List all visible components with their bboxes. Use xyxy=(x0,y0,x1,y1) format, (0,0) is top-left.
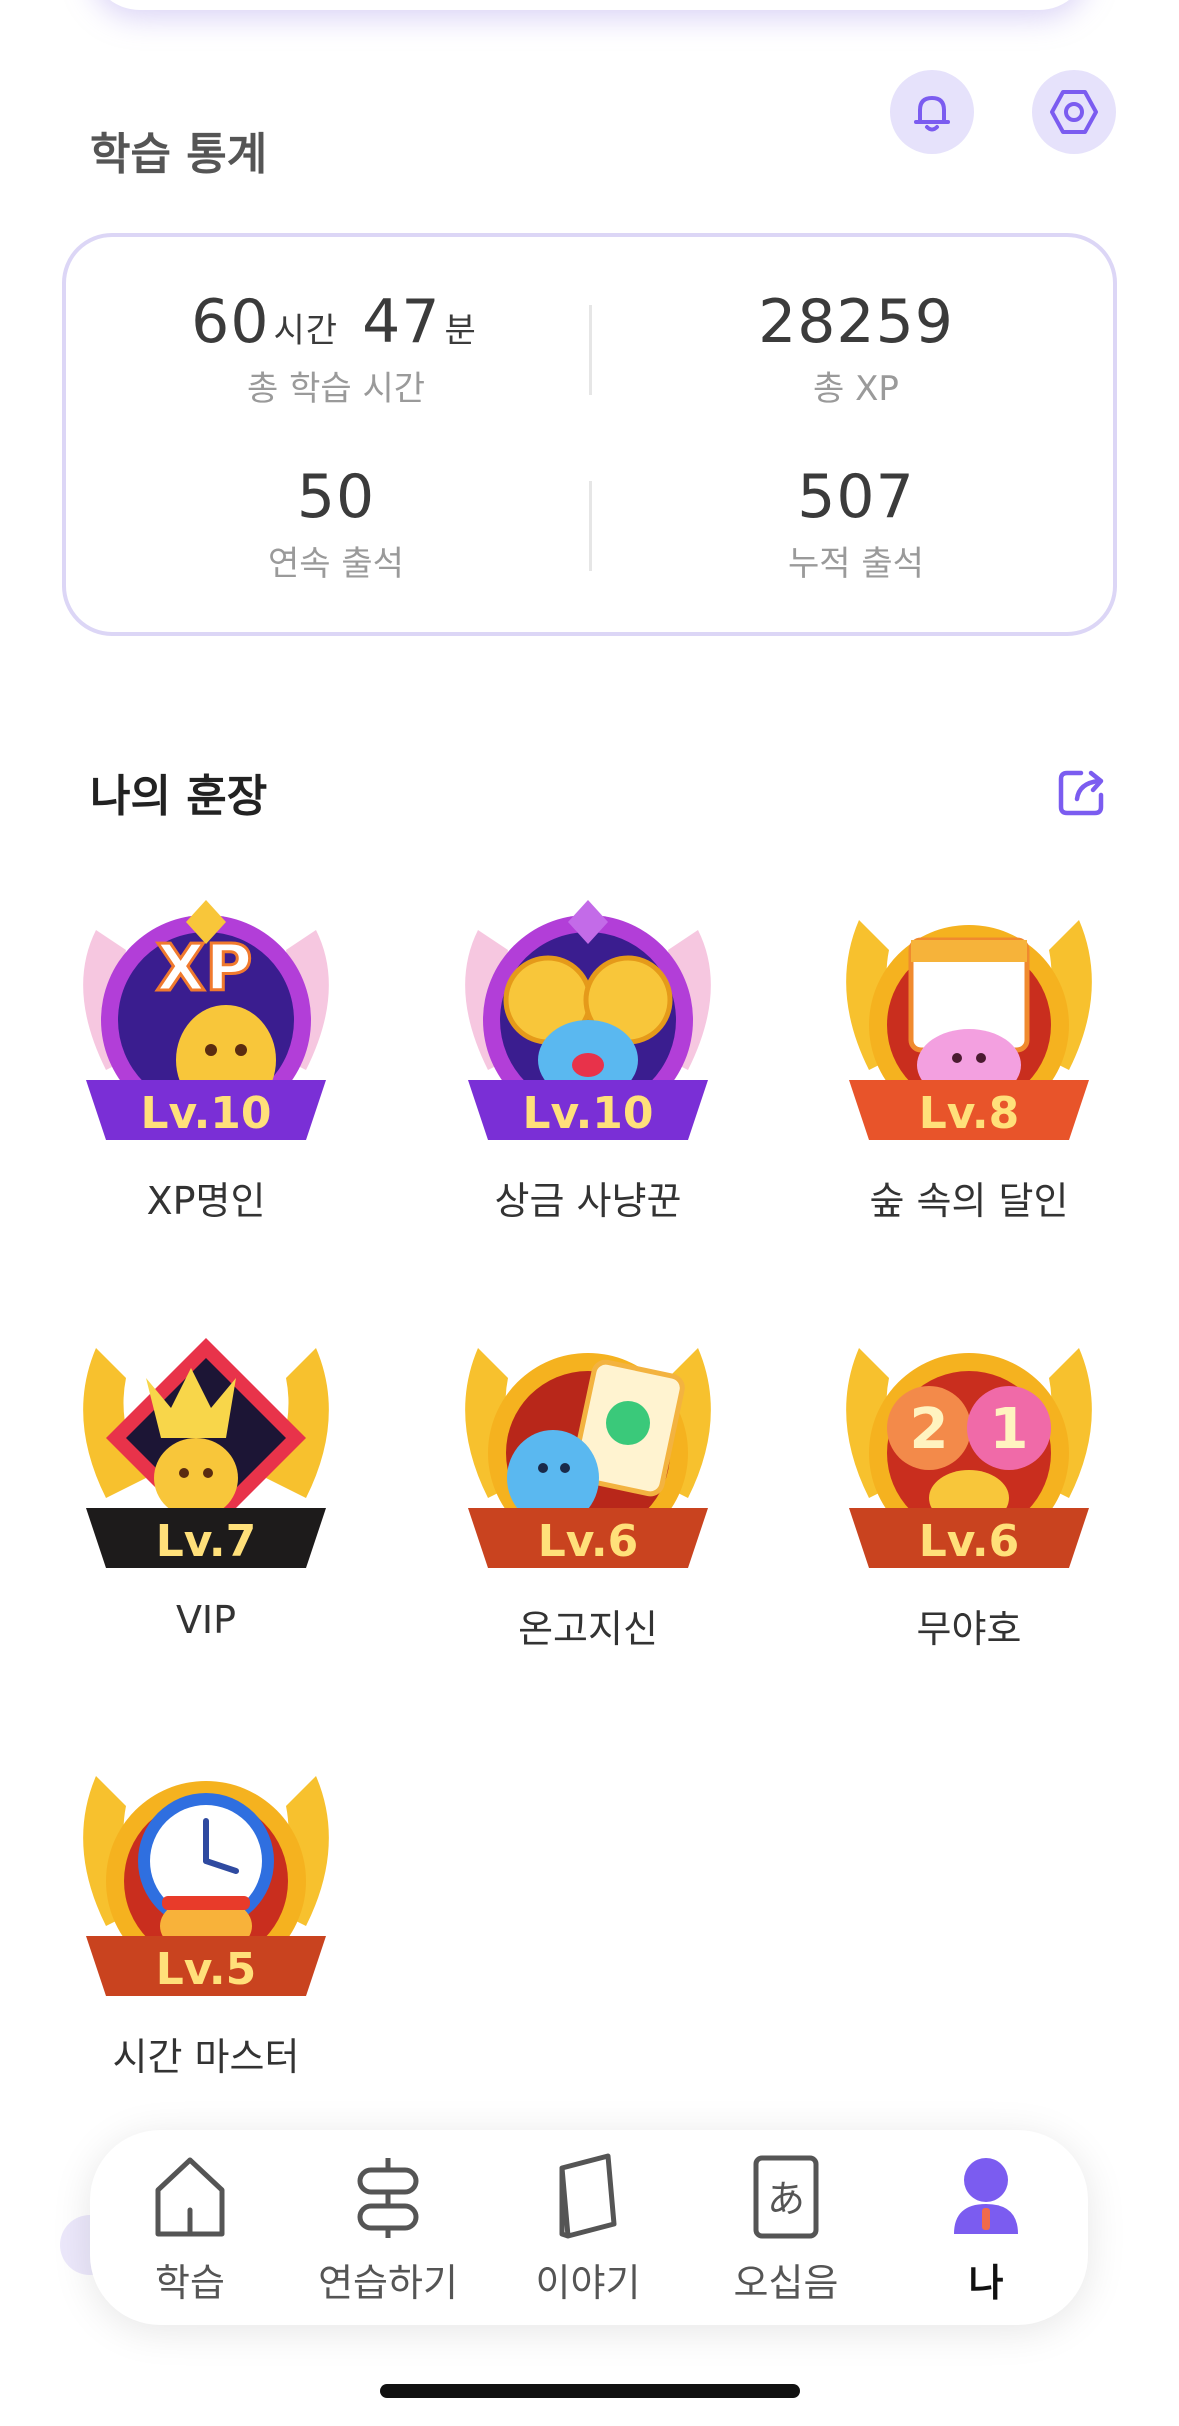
tab-practice[interactable]: 연습하기 xyxy=(298,2150,478,2307)
stats-card: 60 시간 47 분 총 학습 시간 28259 총 XP 50 연속 출석 507… xyxy=(62,233,1117,636)
study-minutes: 47 xyxy=(362,287,441,357)
tab-label: 학습 xyxy=(155,2261,225,2305)
badge-name: 무야호 xyxy=(916,1607,1022,1651)
cumulative-stat: 507 누적 출석 xyxy=(606,462,1106,585)
badge-name: VIP xyxy=(175,1598,237,1642)
minutes-unit: 분 xyxy=(444,311,477,351)
badge-level: Lv.6 xyxy=(919,1516,1019,1567)
notification-button[interactable] xyxy=(890,70,974,154)
top-card-edge xyxy=(90,0,1089,10)
badge-level: Lv.8 xyxy=(919,1088,1019,1139)
total-xp-value: 28259 xyxy=(758,287,954,357)
badge-item[interactable]: XP Lv.10 XP명인 xyxy=(66,900,346,1225)
badge-level: Lv.10 xyxy=(140,1088,271,1139)
tab-label: 나 xyxy=(968,2261,1004,2305)
badge-level: Lv.5 xyxy=(156,1944,256,1995)
stats-header: 학습 통계 xyxy=(90,70,1116,182)
badge-name: 숲 속의 달인 xyxy=(869,1179,1069,1223)
divider xyxy=(589,305,592,395)
divider xyxy=(589,481,592,571)
stats-title: 학습 통계 xyxy=(90,129,268,180)
kana-card-icon: あ xyxy=(753,2155,819,2239)
badge-crown-icon: Lv.7 xyxy=(66,1328,346,1588)
book-icon xyxy=(559,2153,617,2239)
cumulative-value: 507 xyxy=(797,462,915,532)
badges-title: 나의 훈장 xyxy=(90,771,268,822)
badge-item[interactable]: Lv.10 상금 사냥꾼 xyxy=(448,900,728,1225)
svg-text:XP: XP xyxy=(156,932,252,1006)
study-time-stat: 60 시간 47 분 총 학습 시간 xyxy=(86,287,586,410)
badge-calendar-icon: Lv.8 xyxy=(829,900,1109,1160)
badge-item[interactable]: Lv.5 시간 마스터 xyxy=(66,1756,346,2081)
badge-item[interactable]: Lv.8 숲 속의 달인 xyxy=(829,900,1109,1225)
tab-learn[interactable]: 학습 xyxy=(100,2150,280,2307)
bell-icon xyxy=(914,96,950,132)
study-hours: 60 xyxy=(191,287,270,357)
hours-unit: 시간 xyxy=(273,311,339,351)
badge-level: Lv.7 xyxy=(156,1516,256,1567)
tab-kana[interactable]: あ 오십음 xyxy=(696,2150,876,2307)
bottom-tab-bar: 학습 연습하기 이야기 あ 오십음 나 xyxy=(90,2130,1088,2325)
badge-level: Lv.10 xyxy=(522,1088,653,1139)
practice-icon xyxy=(357,2158,419,2238)
badge-name: 시간 마스터 xyxy=(112,2035,300,2079)
badge-item[interactable]: Lv.6 온고지신 xyxy=(448,1328,728,1653)
svg-text:2: 2 xyxy=(910,1397,949,1462)
profile-icon xyxy=(954,2158,1018,2234)
streak-label: 연속 출석 xyxy=(268,544,404,584)
home-indicator xyxy=(380,2384,800,2398)
badge-name: XP명인 xyxy=(146,1179,266,1223)
badge-clipboard-icon: Lv.6 xyxy=(448,1328,728,1588)
badge-coins-icon: Lv.10 xyxy=(448,900,728,1160)
study-time-label: 총 학습 시간 xyxy=(246,369,425,409)
badge-name: 온고지신 xyxy=(518,1607,658,1651)
badge-21-icon: 2 1 Lv.6 xyxy=(829,1328,1109,1588)
tab-label: 이야기 xyxy=(535,2261,641,2305)
streak-value: 50 xyxy=(296,462,376,532)
kana-glyph: あ xyxy=(767,2177,805,2221)
total-xp-stat: 28259 총 XP xyxy=(606,287,1106,410)
tab-me[interactable]: 나 xyxy=(896,2150,1076,2307)
tab-label: 연습하기 xyxy=(318,2261,458,2305)
tab-story[interactable]: 이야기 xyxy=(498,2150,678,2307)
badge-name: 상금 사냥꾼 xyxy=(494,1179,682,1223)
gear-icon xyxy=(1050,90,1098,134)
settings-button[interactable] xyxy=(1032,70,1116,154)
home-icon xyxy=(155,2157,225,2237)
badge-item[interactable]: Lv.7 VIP xyxy=(66,1328,346,1642)
tab-label: 오십음 xyxy=(733,2261,839,2305)
svg-text:1: 1 xyxy=(990,1397,1029,1462)
badge-clock-icon: Lv.5 xyxy=(66,1756,346,2016)
share-icon xyxy=(1058,770,1104,816)
badge-level: Lv.6 xyxy=(538,1516,638,1567)
share-button[interactable] xyxy=(1055,763,1111,819)
cumulative-label: 누적 출석 xyxy=(788,544,924,584)
badge-xp-icon: XP Lv.10 xyxy=(66,900,346,1160)
total-xp-label: 총 XP xyxy=(813,369,899,409)
badge-item[interactable]: 2 1 Lv.6 무야호 xyxy=(829,1328,1109,1653)
streak-stat: 50 연속 출석 xyxy=(86,462,586,585)
